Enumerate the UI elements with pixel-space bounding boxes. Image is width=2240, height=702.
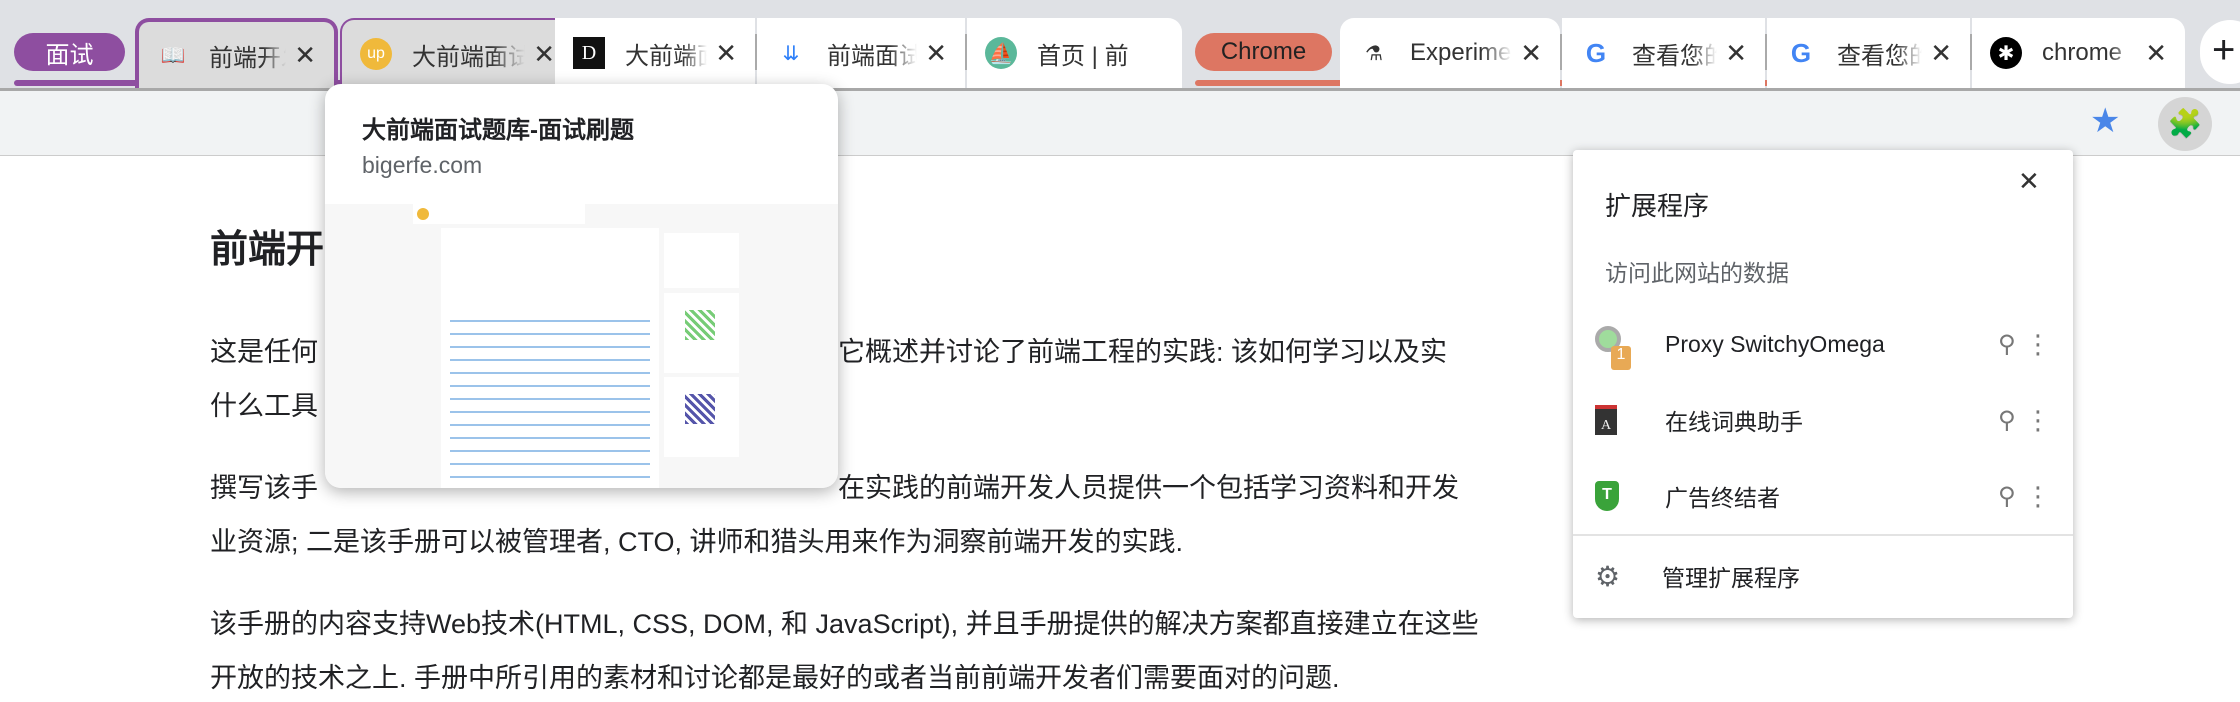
- paragraph-text: 该手册的内容支持Web技术(HTML, CSS, DOM, 和 JavaScri…: [210, 609, 1479, 639]
- divider: [1573, 534, 2073, 536]
- new-tab-button[interactable]: +: [2200, 20, 2240, 84]
- shield-t-icon: T: [1595, 481, 1619, 511]
- dictionary-icon: A: [1595, 405, 1617, 435]
- tab-chrome[interactable]: ✱ chrome ✕: [1972, 18, 2185, 88]
- tab-google-1[interactable]: G 查看您的 ✕: [1562, 18, 1765, 88]
- d-logo-icon: D: [573, 37, 605, 69]
- paragraph-text: 撰写该手: [210, 473, 318, 503]
- address-bar[interactable]: [0, 97, 2160, 151]
- site-access-heading: 访问此网站的数据: [1605, 260, 1789, 286]
- manage-extensions-label: 管理扩展程序: [1662, 565, 1800, 591]
- extension-name: 在线词典助手: [1665, 409, 1803, 435]
- tab-hover-card: 大前端面试题库-面试刷题 bigerfe.com: [325, 84, 838, 488]
- tab-experiments[interactable]: ⚗Experiments✕: [1340, 18, 1560, 88]
- bookmark-star-icon[interactable]: ★: [2090, 101, 2120, 141]
- gear-icon: ⚙: [1595, 560, 1621, 592]
- download-arrows-icon: ⇊: [782, 42, 800, 65]
- page-heading: 前端开: [210, 229, 325, 271]
- close-tab-icon[interactable]: ✕: [533, 39, 555, 70]
- tab-bigerfe[interactable]: up大前端面试题库-面试刷题✕: [340, 18, 575, 88]
- close-tab-icon[interactable]: ✕: [1520, 38, 1542, 69]
- up-logo-icon: up: [360, 38, 392, 70]
- paragraph-text: 业资源; 二是该手册可以被管理者, CTO, 讲师和猎头用来作为洞察前端开发的实…: [210, 527, 1184, 557]
- manage-extensions-button[interactable]: ⚙ 管理扩展程序: [1573, 538, 2073, 614]
- tab-frontend-dev[interactable]: 📖前端开发✕: [135, 18, 338, 88]
- extensions-title: 扩展程序: [1605, 191, 1710, 221]
- sailboat-icon: ⛵: [985, 37, 1017, 69]
- extensions-menu: 扩展程序 ✕ 访问此网站的数据 1 Proxy SwitchyOmega ⚲ ⋮…: [1573, 150, 2073, 618]
- close-tab-icon[interactable]: ✕: [925, 38, 947, 69]
- flask-icon: ⚗: [1365, 42, 1383, 65]
- extension-item-dictionary[interactable]: A 在线词典助手 ⚲ ⋮: [1573, 382, 2073, 458]
- tab-frontend-interview[interactable]: ⇊ 前端面试 ✕: [757, 18, 965, 88]
- close-icon[interactable]: ✕: [2018, 166, 2040, 197]
- close-tab-icon[interactable]: ✕: [1725, 38, 1747, 69]
- hover-card-title: 大前端面试题库-面试刷题: [362, 117, 634, 144]
- paragraph-text: 它概述并讨论了前端工程的实践: 该如何学习以及实: [838, 337, 1448, 367]
- extension-name: Proxy SwitchyOmega: [1665, 330, 1885, 357]
- paragraph-text: 这是任何: [210, 337, 318, 367]
- pin-icon[interactable]: ⚲: [1998, 406, 2016, 435]
- close-tab-icon[interactable]: ✕: [294, 40, 316, 71]
- badge: 1: [1611, 346, 1631, 370]
- extension-name: 广告终结者: [1665, 485, 1780, 511]
- google-icon: G: [1585, 37, 1607, 68]
- more-options-icon[interactable]: ⋮: [2025, 481, 2051, 512]
- paragraph-text: 开放的技术之上. 手册中所引用的素材和讨论都是最好的或者当前前端开发者们需要面对…: [210, 663, 1340, 693]
- paragraph-text: 在实践的前端开发人员提供一个包括学习资料和开发: [838, 473, 1459, 503]
- extension-item-proxy-switchyomega[interactable]: 1 Proxy SwitchyOmega ⚲ ⋮: [1573, 306, 2073, 382]
- extension-item-adblock[interactable]: T 广告终结者 ⚲ ⋮: [1573, 458, 2073, 534]
- more-options-icon[interactable]: ⋮: [2025, 405, 2051, 436]
- extensions-puzzle-icon[interactable]: 🧩: [2158, 97, 2212, 151]
- bug-icon: ✱: [1990, 37, 2022, 69]
- pin-icon[interactable]: ⚲: [1998, 330, 2016, 359]
- tab-google-2[interactable]: G 查看您的 ✕: [1767, 18, 1970, 88]
- tab-group-chrome[interactable]: Chrome: [1195, 33, 1332, 71]
- close-tab-icon[interactable]: ✕: [2145, 38, 2167, 69]
- paragraph-text: 什么工具: [210, 391, 318, 421]
- tab-strip: 面试 📖前端开发✕ up大前端面试题库-面试刷题✕ D大前端面✕ ⇊前端面试✕ …: [0, 0, 2240, 88]
- tab-home[interactable]: ⛵ 首页 | 前: [967, 18, 1182, 88]
- close-tab-icon[interactable]: ✕: [1930, 38, 1952, 69]
- page-preview-thumbnail: [325, 204, 838, 488]
- tab-group-mianshi[interactable]: 面试: [14, 33, 125, 71]
- google-icon: G: [1790, 37, 1812, 68]
- book-icon: 📖: [160, 44, 186, 67]
- more-options-icon[interactable]: ⋮: [2025, 329, 2051, 360]
- hover-card-domain: bigerfe.com: [362, 152, 483, 178]
- pin-icon[interactable]: ⚲: [1998, 482, 2016, 511]
- tab-d[interactable]: D大前端面✕: [555, 18, 755, 88]
- close-tab-icon[interactable]: ✕: [715, 38, 737, 69]
